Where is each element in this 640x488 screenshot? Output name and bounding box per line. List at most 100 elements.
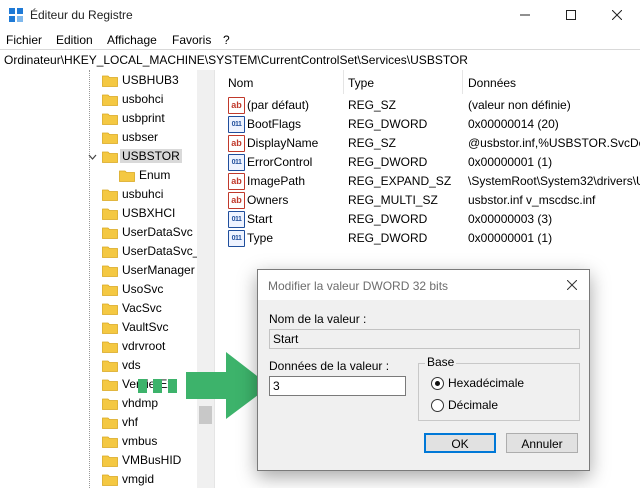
value-type: REG_DWORD xyxy=(348,212,428,226)
value-data: \SystemRoot\System32\drivers\U xyxy=(468,174,640,188)
value-row[interactable]: 011 Start REG_DWORD 0x00000003 (3) xyxy=(222,209,640,228)
maximize-button[interactable] xyxy=(548,0,594,30)
tree-item[interactable]: vmbus xyxy=(0,432,197,451)
value-data-field[interactable] xyxy=(269,376,406,396)
value-row[interactable]: 011 BootFlags REG_DWORD 0x00000014 (20) xyxy=(222,114,640,133)
tree-item-label[interactable]: Enum xyxy=(137,168,172,182)
value-data: 0x00000001 (1) xyxy=(468,231,553,245)
tree-item-label[interactable]: UserManager xyxy=(120,263,197,277)
column-separator[interactable] xyxy=(462,70,463,94)
value-name: (par défaut) xyxy=(247,98,310,112)
folder-icon xyxy=(102,436,118,448)
tree-item-label[interactable]: USBHUB3 xyxy=(120,73,181,87)
radio-decimal-button[interactable] xyxy=(431,399,444,412)
tree-item-label[interactable]: VaultSvc xyxy=(120,320,170,334)
value-row[interactable]: ab (par défaut) REG_SZ (valeur non définie) xyxy=(222,95,640,114)
radio-hexadecimal-button[interactable] xyxy=(431,377,444,390)
tree-item[interactable]: VacSvc xyxy=(0,299,197,318)
value-row[interactable]: 011 Type REG_DWORD 0x00000001 (1) xyxy=(222,228,640,247)
tree-item[interactable]: UserDataSvc_2 xyxy=(0,242,206,261)
cancel-button[interactable]: Annuler xyxy=(506,433,578,453)
menu-favoris[interactable]: Favoris xyxy=(172,33,211,47)
base-group-label: Base xyxy=(425,355,457,369)
tree-item-label[interactable]: UserDataSvc xyxy=(120,225,195,239)
ok-button[interactable]: OK xyxy=(424,433,496,453)
tree-item-label[interactable]: VacSvc xyxy=(120,301,164,315)
value-row[interactable]: ab Owners REG_MULTI_SZ usbstor.inf v_mscdsc… xyxy=(222,190,640,209)
menu-fichier[interactable]: Fichier xyxy=(6,33,42,47)
tree-item-label[interactable]: usbprint xyxy=(120,111,167,125)
tree-item-label[interactable]: UserDataSvc_2 xyxy=(120,244,208,258)
arrow-dash xyxy=(153,379,162,393)
value-name: ErrorControl xyxy=(247,155,313,169)
tree-item[interactable]: VaultSvc xyxy=(0,318,197,337)
tree-item[interactable]: UserDataSvc xyxy=(0,223,197,242)
minimize-button[interactable] xyxy=(502,0,548,30)
tree-item[interactable]: VMBusHID xyxy=(0,451,197,470)
value-row[interactable]: ab DisplayName REG_SZ @usbstor.inf,%USBSTOR… xyxy=(222,133,640,152)
radio-decimal-label[interactable]: Décimale xyxy=(448,398,498,412)
dialog-close-button[interactable] xyxy=(562,275,582,295)
tree-item[interactable]: UsoSvc xyxy=(0,280,197,299)
value-type: REG_EXPAND_SZ xyxy=(348,174,452,188)
folder-icon xyxy=(102,322,118,334)
tree-item[interactable]: vmgid xyxy=(0,470,197,488)
address-path[interactable]: Ordinateur\HKEY_LOCAL_MACHINE\SYSTEM\Cur… xyxy=(4,53,468,67)
value-data: 0x00000001 (1) xyxy=(468,155,553,169)
tree-item-label[interactable]: vmgid xyxy=(120,472,156,486)
string-value-icon: ab xyxy=(228,173,245,190)
tree-item-label[interactable]: UsoSvc xyxy=(120,282,165,296)
folder-icon xyxy=(102,417,118,429)
folder-icon xyxy=(102,360,118,372)
arrow-dash xyxy=(138,379,147,393)
tree-item[interactable]: USBSTOR xyxy=(0,147,197,166)
folder-icon xyxy=(102,75,118,87)
tree-item[interactable]: usbser xyxy=(0,128,197,147)
value-name: Start xyxy=(247,212,273,226)
tree-item-label[interactable]: VMBusHID xyxy=(120,453,183,467)
key-tree[interactable]: USBHUB3 usbohci usbprint usbser USBSTOR Enum u… xyxy=(0,70,214,488)
tree-item[interactable]: USBHUB3 xyxy=(0,71,197,90)
folder-icon xyxy=(102,94,118,106)
folder-icon xyxy=(102,151,118,163)
menu-help[interactable]: ? xyxy=(223,33,230,47)
value-data-label: Données de la valeur : xyxy=(269,359,390,373)
value-data: 0x00000003 (3) xyxy=(468,212,553,226)
folder-icon xyxy=(102,208,118,220)
menu-edition[interactable]: Edition xyxy=(56,33,93,47)
tree-item-label[interactable]: usbohci xyxy=(120,92,165,106)
tree-item-label[interactable]: USBSTOR xyxy=(120,149,182,163)
column-header-name[interactable]: Nom xyxy=(228,76,253,90)
value-name: BootFlags xyxy=(247,117,302,131)
folder-icon xyxy=(102,246,118,258)
folder-icon xyxy=(119,170,135,182)
value-row[interactable]: ab ImagePath REG_EXPAND_SZ \SystemRoot\Syst… xyxy=(222,171,640,190)
chevron-down-icon[interactable] xyxy=(88,153,97,162)
tree-item-label[interactable]: usbuhci xyxy=(120,187,165,201)
tree-item-label[interactable]: USBXHCI xyxy=(120,206,177,220)
value-row[interactable]: 011 ErrorControl REG_DWORD 0x00000001 (1) xyxy=(222,152,640,171)
tree-item[interactable]: UserManager xyxy=(0,261,197,280)
column-separator[interactable] xyxy=(343,70,344,94)
tree-scrollbar[interactable] xyxy=(197,70,214,488)
value-type: REG_DWORD xyxy=(348,155,428,169)
binary-value-icon: 011 xyxy=(228,154,245,171)
tree-item[interactable]: Enum xyxy=(0,166,197,185)
tree-item-label[interactable]: usbser xyxy=(120,130,160,144)
value-data-input[interactable] xyxy=(270,377,404,395)
address-bar[interactable]: Ordinateur\HKEY_LOCAL_MACHINE\SYSTEM\Cur… xyxy=(0,49,640,71)
tree-item[interactable]: usbprint xyxy=(0,109,197,128)
tree-item[interactable]: usbohci xyxy=(0,90,197,109)
tree-item[interactable]: USBXHCI xyxy=(0,204,197,223)
tree-item[interactable]: usbuhci xyxy=(0,185,197,204)
menu-affichage[interactable]: Affichage xyxy=(107,33,157,47)
binary-value-icon: 011 xyxy=(228,230,245,247)
column-header-type[interactable]: Type xyxy=(348,76,374,90)
base-group: Base Hexadécimale Décimale xyxy=(418,355,580,421)
string-value-icon: ab xyxy=(228,135,245,152)
column-header-data[interactable]: Données xyxy=(468,76,516,90)
radio-hexadecimal-label[interactable]: Hexadécimale xyxy=(448,376,524,390)
close-icon xyxy=(612,10,622,20)
close-button[interactable] xyxy=(594,0,640,30)
tree-item-label[interactable]: vmbus xyxy=(120,434,159,448)
